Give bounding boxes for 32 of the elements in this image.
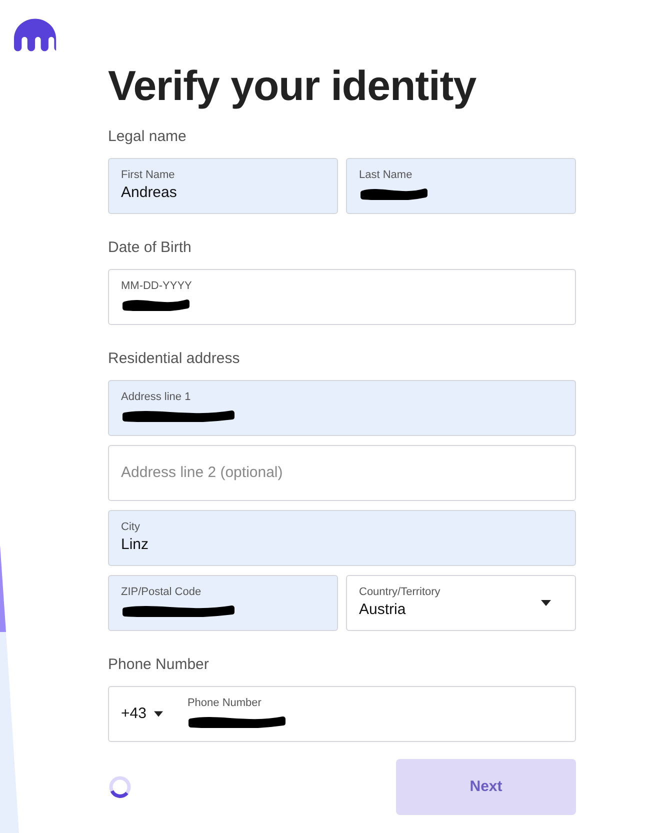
phone-field[interactable]: +43 Phone Number — [108, 686, 576, 742]
field-label: City — [121, 520, 141, 534]
input-field[interactable]: First Name Andreas — [108, 158, 338, 214]
field-label: MM-DD-YYYY — [121, 279, 193, 293]
field-label: Last Name — [359, 168, 414, 182]
country-code[interactable]: +43 — [121, 702, 146, 726]
caret-icon — [154, 711, 164, 717]
redaction-scribble — [359, 186, 429, 200]
country-select[interactable]: Country/Territory Austria — [346, 575, 576, 631]
field-placeholder: Address line 2 (optional) — [121, 462, 284, 483]
field-label: Phone Number — [187, 696, 262, 710]
input-field[interactable]: ZIP/Postal Code — [108, 575, 338, 631]
field-value: Austria — [359, 600, 407, 620]
caret-icon — [541, 600, 551, 606]
field-label: Country/Territory — [359, 585, 442, 599]
input-field[interactable]: Last Name — [346, 158, 576, 214]
section-label: Residential address — [108, 349, 241, 369]
input-field[interactable]: City Linz — [108, 510, 576, 566]
section-label: Date of Birth — [108, 238, 192, 258]
section-label: Phone Number — [108, 655, 210, 675]
section-label: Legal name — [108, 127, 188, 147]
field-label: Address line 1 — [121, 390, 192, 404]
field-label: ZIP/Postal Code — [121, 585, 202, 599]
redaction-scribble — [121, 297, 191, 311]
input-field[interactable]: Address line 2 (optional) — [108, 445, 576, 501]
input-field[interactable]: MM-DD-YYYY — [108, 269, 576, 325]
page-title: Verify your identity — [108, 61, 478, 111]
input-field[interactable]: Address line 1 — [108, 380, 576, 436]
field-value: Andreas — [121, 183, 178, 203]
field-value: Linz — [121, 535, 150, 555]
logo-icon — [14, 18, 58, 52]
field-label: First Name — [121, 168, 176, 182]
